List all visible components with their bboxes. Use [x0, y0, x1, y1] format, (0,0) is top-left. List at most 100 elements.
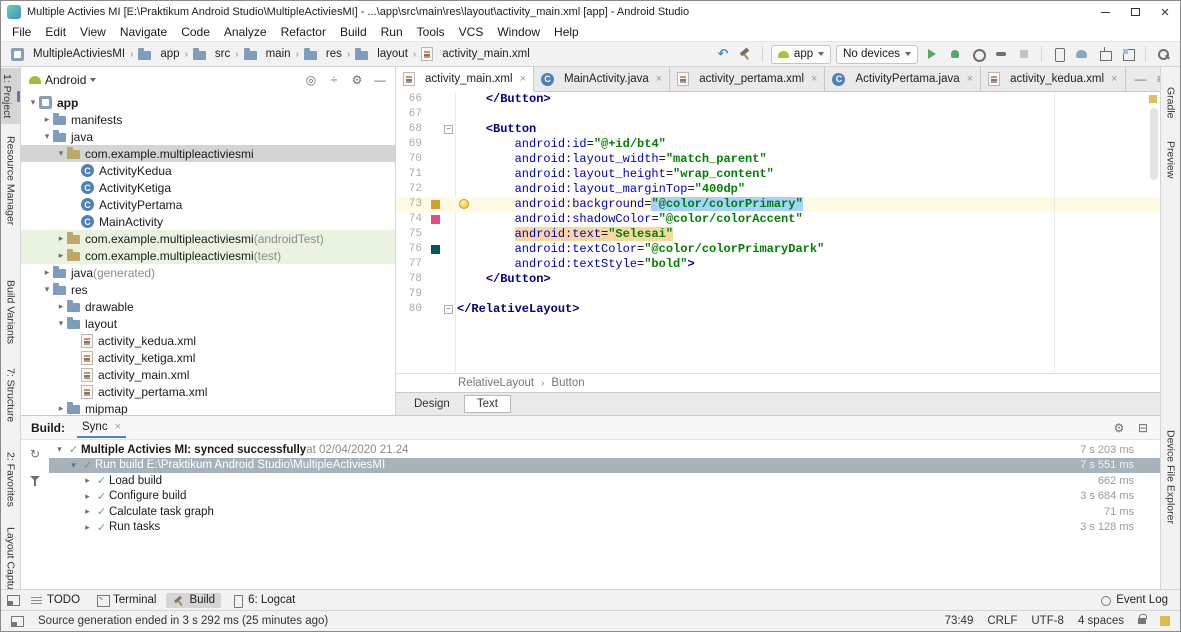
chevron-down-icon[interactable]: ▾	[55, 318, 67, 329]
color-swatch-icon[interactable]	[430, 245, 440, 254]
chevron-right-icon[interactable]: ▸	[55, 250, 67, 261]
close-button[interactable]: ×	[1150, 1, 1180, 23]
maximize-button[interactable]	[1120, 1, 1150, 23]
caret-position[interactable]: 73:49	[945, 615, 974, 627]
tree-row[interactable]: ▾ java	[21, 128, 395, 145]
tree-row[interactable]: activity_pertama.xml	[21, 383, 395, 400]
editor-tab-activity-pertama-xml[interactable]: activity_pertama.xml ×	[670, 67, 826, 91]
breadcrumb-item[interactable]: main	[242, 47, 293, 60]
mode-tab-design[interactable]: Design	[402, 396, 462, 412]
breadcrumb-item[interactable]: src	[191, 47, 232, 60]
mode-tab-text[interactable]: Text	[463, 395, 511, 413]
menu-item-help[interactable]: Help	[547, 25, 586, 39]
build-tab-sync[interactable]: Sync ×	[77, 418, 127, 438]
code-line[interactable]: 68 − <Button	[396, 122, 1160, 137]
code-line[interactable]: 70 android:layout_width="match_parent"	[396, 152, 1160, 167]
editor-tab-activity-kedua-xml[interactable]: activity_kedua.xml ×	[981, 67, 1126, 91]
tree-row[interactable]: ▾ app	[21, 94, 395, 111]
chevron-down-icon[interactable]: ▾	[55, 148, 67, 159]
back-arrow-icon[interactable]: ↶	[715, 45, 731, 63]
project-view-select[interactable]: Android	[45, 73, 86, 87]
tree-row[interactable]: C ActivityPertama	[21, 196, 395, 213]
tool-button-todo[interactable]: TODO	[24, 593, 86, 608]
tree-row[interactable]: ▸ drawable	[21, 298, 395, 315]
menu-item-code[interactable]: Code	[174, 25, 217, 39]
editor-scrollbar-thumb[interactable]	[1150, 108, 1158, 180]
stripe-item-layout-captures[interactable]: Layout Captures	[5, 521, 17, 589]
menu-item-tools[interactable]: Tools	[410, 25, 452, 39]
breadcrumb-item[interactable]: res	[302, 47, 344, 60]
stripe-item-device-file-explorer[interactable]: Device File Explorer	[1165, 424, 1177, 530]
menu-item-run[interactable]: Run	[374, 25, 410, 39]
build-tree-row[interactable]: ▾ ✓ Multiple Activies MI: synced successfu…	[49, 442, 1160, 458]
attach-debugger-icon[interactable]	[992, 45, 1010, 63]
editor-tab-activitypertama-java[interactable]: C ActivityPertama.java ×	[825, 67, 982, 91]
tool-button-6-logcat[interactable]: 6: Logcat	[225, 593, 301, 608]
close-icon[interactable]: ×	[967, 73, 973, 85]
tool-button-event-log[interactable]: Event Log	[1093, 593, 1174, 608]
code-line[interactable]: 77 android:textStyle="bold">	[396, 257, 1160, 272]
editor-tab-activity-main-xml[interactable]: activity_main.xml ×	[396, 67, 534, 92]
code-line[interactable]: 76 android:textColor="@color/colorPrimar…	[396, 242, 1160, 257]
tree-row[interactable]: activity_kedua.xml	[21, 332, 395, 349]
avd-manager-icon[interactable]	[1050, 45, 1068, 63]
chevron-right-icon[interactable]: ▸	[55, 233, 67, 244]
build-tree-row[interactable]: ▸ ✓ Load build 662 ms	[49, 473, 1160, 489]
menu-item-edit[interactable]: Edit	[38, 25, 73, 39]
profiler-icon[interactable]	[969, 45, 987, 63]
chevron-down-icon[interactable]: ▾	[53, 444, 66, 455]
readonly-lock-icon[interactable]	[1138, 614, 1147, 624]
code-line[interactable]: 69 android:id="@+id/bt4"	[396, 137, 1160, 152]
menu-item-file[interactable]: File	[5, 25, 38, 39]
close-icon[interactable]: ×	[1111, 73, 1117, 85]
chevron-down-icon[interactable]: ▾	[27, 97, 39, 108]
tree-row[interactable]: activity_ketiga.xml	[21, 349, 395, 366]
sync-gradle-icon[interactable]	[1073, 45, 1091, 63]
menu-item-build[interactable]: Build	[333, 25, 374, 39]
stripe-item-1-project[interactable]: 1: Project	[1, 68, 20, 125]
close-icon[interactable]: ×	[520, 73, 526, 85]
code-line[interactable]: 75 android:text="Selesai"	[396, 227, 1160, 242]
tree-row[interactable]: ▾ res	[21, 281, 395, 298]
stripe-item-2-favorites[interactable]: 2: Favorites	[5, 446, 17, 513]
breadcrumb-item[interactable]: app	[136, 47, 181, 60]
editor-breadcrumb-item[interactable]: Button	[551, 377, 584, 389]
color-swatch-icon[interactable]	[430, 215, 440, 224]
line-separator-indicator[interactable]: CRLF	[987, 615, 1017, 627]
code-line[interactable]: 71 android:layout_height="wrap_content"	[396, 167, 1160, 182]
stripe-item-7-structure[interactable]: 7: Structure	[5, 362, 17, 428]
stripe-item-gradle[interactable]: Gradle	[1165, 81, 1177, 125]
search-everywhere-icon[interactable]	[1154, 45, 1172, 63]
tree-row[interactable]: ▾ layout	[21, 315, 395, 332]
color-swatch-icon[interactable]	[430, 200, 440, 209]
debug-icon[interactable]	[946, 45, 964, 63]
tool-windows-icon[interactable]	[7, 594, 20, 606]
code-line[interactable]: 72 android:layout_marginTop="400dp"	[396, 182, 1160, 197]
stripe-item-resource-manager[interactable]: Resource Manager	[5, 130, 17, 231]
run-config-select[interactable]: app	[770, 44, 832, 64]
stop-icon[interactable]	[1015, 45, 1033, 63]
restart-build-icon[interactable]: ↻	[28, 446, 42, 462]
fold-marker-icon[interactable]: −	[444, 305, 453, 314]
sdk-manager-icon[interactable]	[1096, 45, 1114, 63]
locate-icon[interactable]: ◎	[304, 72, 318, 88]
chevron-right-icon[interactable]: ▸	[81, 522, 94, 533]
code-line[interactable]: 66 </Button>	[396, 92, 1160, 107]
close-icon[interactable]: ×	[811, 73, 817, 85]
menu-item-view[interactable]: View	[73, 25, 113, 39]
chevron-right-icon[interactable]: ▸	[81, 491, 94, 502]
code-line[interactable]: 79	[396, 287, 1160, 302]
stripe-item-preview[interactable]: Preview	[1165, 135, 1177, 184]
build-tree-row[interactable]: ▸ ✓ Configure build 3 s 684 ms	[49, 489, 1160, 505]
run-icon[interactable]	[923, 45, 941, 63]
tool-windows-icon[interactable]	[11, 615, 24, 627]
device-select[interactable]: No devices	[836, 44, 918, 64]
tool-button-terminal[interactable]: Terminal	[90, 593, 162, 608]
breadcrumb-item[interactable]: MultipleActiviesMI	[9, 47, 127, 61]
code-line[interactable]: 73 android:background="@color/colorPrima…	[396, 197, 1160, 212]
file-encoding-indicator[interactable]: UTF-8	[1031, 615, 1064, 627]
build-filter-icon[interactable]	[28, 474, 42, 488]
chevron-right-icon[interactable]: ▸	[81, 506, 94, 517]
hide-panel-icon[interactable]: —	[373, 72, 387, 88]
hide-tabs-icon[interactable]: —	[1134, 71, 1148, 87]
